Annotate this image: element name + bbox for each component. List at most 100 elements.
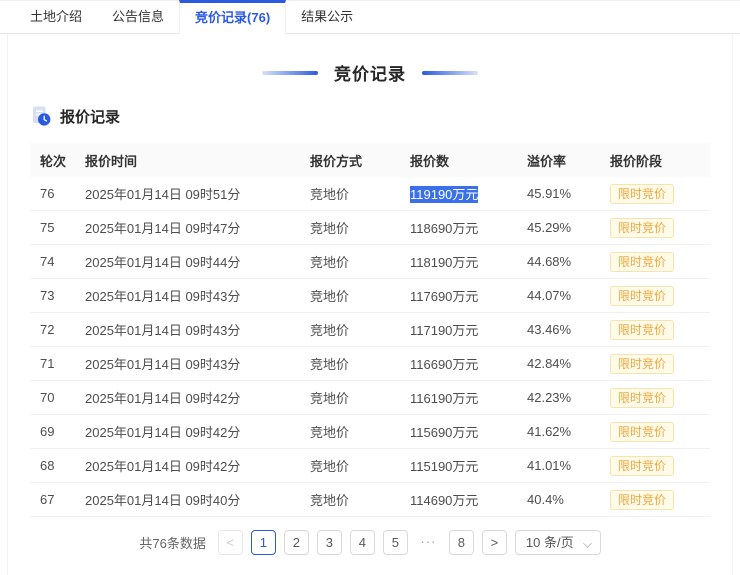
pagination: 共76条数据 <12345 ··· 8 > 10 条/页 — [8, 530, 732, 555]
stage-badge: 限时竞价 — [610, 252, 674, 272]
price-value-selected: 119190万元 — [410, 186, 478, 203]
cell-price: 118690万元 — [400, 218, 517, 237]
cell-method: 竞地价 — [300, 388, 400, 407]
price-value: 116690万元 — [410, 357, 478, 372]
cell-stage: 限时竞价 — [600, 252, 710, 272]
cell-price: 117690万元 — [400, 286, 517, 305]
cell-stage: 限时竞价 — [600, 286, 710, 306]
page-ellipsis: ··· — [416, 530, 441, 555]
cell-premium: 40.4% — [517, 492, 600, 507]
price-value: 117190万元 — [410, 323, 478, 338]
table-row: 732025年01月14日 09时43分竞地价117690万元44.07%限时竞… — [30, 279, 710, 313]
cell-round: 74 — [30, 254, 75, 269]
cell-time: 2025年01月14日 09时47分 — [75, 218, 300, 237]
cell-stage: 限时竞价 — [600, 456, 710, 476]
cell-round: 73 — [30, 288, 75, 303]
stage-badge: 限时竞价 — [610, 354, 674, 374]
cell-method: 竞地价 — [300, 422, 400, 441]
price-value: 115690万元 — [410, 425, 478, 440]
page-button-3[interactable]: 3 — [317, 530, 342, 555]
table-header: 轮次报价时间报价方式报价数溢价率报价阶段 — [30, 143, 710, 177]
prev-page-button[interactable]: < — [218, 530, 243, 555]
cell-price: 116190万元 — [400, 388, 517, 407]
stage-badge: 限时竞价 — [610, 218, 674, 238]
cell-premium: 41.01% — [517, 458, 600, 473]
page-size-select[interactable]: 10 条/页 — [515, 530, 601, 555]
table-row: 712025年01月14日 09时43分竞地价116690万元42.84%限时竞… — [30, 347, 710, 381]
table-row: 682025年01月14日 09时42分竞地价115190万元41.01%限时竞… — [30, 449, 710, 483]
cell-premium: 41.62% — [517, 424, 600, 439]
page-button-8[interactable]: 8 — [449, 530, 474, 555]
tab-bar: 土地介绍公告信息竞价记录(76)结果公示 — [0, 0, 740, 34]
cell-time: 2025年01月14日 09时44分 — [75, 252, 300, 271]
cell-time: 2025年01月14日 09时42分 — [75, 388, 300, 407]
cell-stage: 限时竞价 — [600, 490, 710, 510]
quote-records-title: 报价记录 — [60, 106, 120, 127]
price-value: 115190万元 — [410, 459, 478, 474]
page-button-4[interactable]: 4 — [350, 530, 375, 555]
stage-badge: 限时竞价 — [610, 388, 674, 408]
cell-round: 76 — [30, 186, 75, 201]
cell-method: 竞地价 — [300, 252, 400, 271]
cell-premium: 45.29% — [517, 220, 600, 235]
price-value: 114690万元 — [410, 493, 478, 508]
cell-premium: 43.46% — [517, 322, 600, 337]
cell-round: 67 — [30, 492, 75, 507]
cell-method: 竞地价 — [300, 490, 400, 509]
title-flourish-left — [262, 71, 318, 75]
price-value: 118190万元 — [410, 255, 478, 270]
col-stage: 报价阶段 — [600, 151, 710, 170]
cell-method: 竞地价 — [300, 218, 400, 237]
cell-round: 69 — [30, 424, 75, 439]
cell-round: 68 — [30, 458, 75, 473]
tab-announcement-info[interactable]: 公告信息 — [97, 1, 179, 33]
table-body: 762025年01月14日 09时51分竞地价119190万元45.91%限时竞… — [30, 177, 710, 517]
cell-round: 70 — [30, 390, 75, 405]
table-row: 762025年01月14日 09时51分竞地价119190万元45.91%限时竞… — [30, 177, 710, 211]
tab-land-intro[interactable]: 土地介绍 — [15, 1, 97, 33]
page-title: 竞价记录 — [334, 60, 406, 85]
stage-badge: 限时竞价 — [610, 456, 674, 476]
cell-method: 竞地价 — [300, 354, 400, 373]
table-row: 722025年01月14日 09时43分竞地价117190万元43.46%限时竞… — [30, 313, 710, 347]
tab-bid-records[interactable]: 竞价记录(76) — [179, 0, 286, 34]
cell-price: 116690万元 — [400, 354, 517, 373]
cell-time: 2025年01月14日 09时43分 — [75, 354, 300, 373]
col-time: 报价时间 — [75, 151, 300, 170]
cell-round: 71 — [30, 356, 75, 371]
cell-method: 竞地价 — [300, 456, 400, 475]
document-clock-record-icon — [30, 105, 52, 127]
section-title-row: 竞价记录 — [8, 60, 732, 85]
page-size-label: 10 条/页 — [526, 535, 574, 550]
table-row: 752025年01月14日 09时47分竞地价 118690万元 45.29% 限时竞… — [30, 211, 710, 245]
cell-stage: 限时竞价 — [600, 320, 710, 340]
cell-price: 118190万元 — [400, 252, 517, 271]
cell-round: 75 — [30, 220, 75, 235]
cell-time: 2025年01月14日 09时42分 — [75, 422, 300, 441]
cell-stage: 限时竞价 — [600, 388, 710, 408]
table-row: 672025年01月14日 09时40分竞地价114690万元40.4%限时竞价 — [30, 483, 710, 517]
price-value: 118690万元 — [410, 221, 478, 236]
content-card: 竞价记录 报价记录 轮次报价时间报价方式报价数溢价率报价阶段 76 2025年01… — [7, 34, 733, 575]
cell-premium: 44.68% — [517, 254, 600, 269]
pagination-total: 共76条数据 — [139, 533, 205, 552]
col-round: 轮次 — [30, 151, 75, 170]
chevron-down-icon — [583, 539, 592, 548]
table-row: 742025年01月14日 09时44分竞地价 118190万元 44.68% 限时竞… — [30, 245, 710, 279]
table-row: 692025年01月14日 09时42分竞地价115690万元41.62%限时竞… — [30, 415, 710, 449]
cell-premium: 45.91% — [517, 186, 600, 201]
page-button-2[interactable]: 2 — [284, 530, 309, 555]
stage-badge: 限时竞价 — [610, 286, 674, 306]
page-button-5[interactable]: 5 — [383, 530, 408, 555]
cell-price: 119190万元 — [400, 184, 517, 203]
col-premium: 溢价率 — [517, 151, 600, 170]
col-method: 报价方式 — [300, 151, 400, 170]
cell-price: 114690万元 — [400, 490, 517, 509]
page-button-1[interactable]: 1 — [251, 530, 276, 555]
next-page-button[interactable]: > — [482, 530, 507, 555]
stage-badge: 限时竞价 — [610, 184, 674, 204]
cell-method: 竞地价 — [300, 184, 400, 203]
tab-result-publicity[interactable]: 结果公示 — [286, 1, 368, 33]
title-flourish-right — [422, 71, 478, 75]
cell-premium: 42.23% — [517, 390, 600, 405]
